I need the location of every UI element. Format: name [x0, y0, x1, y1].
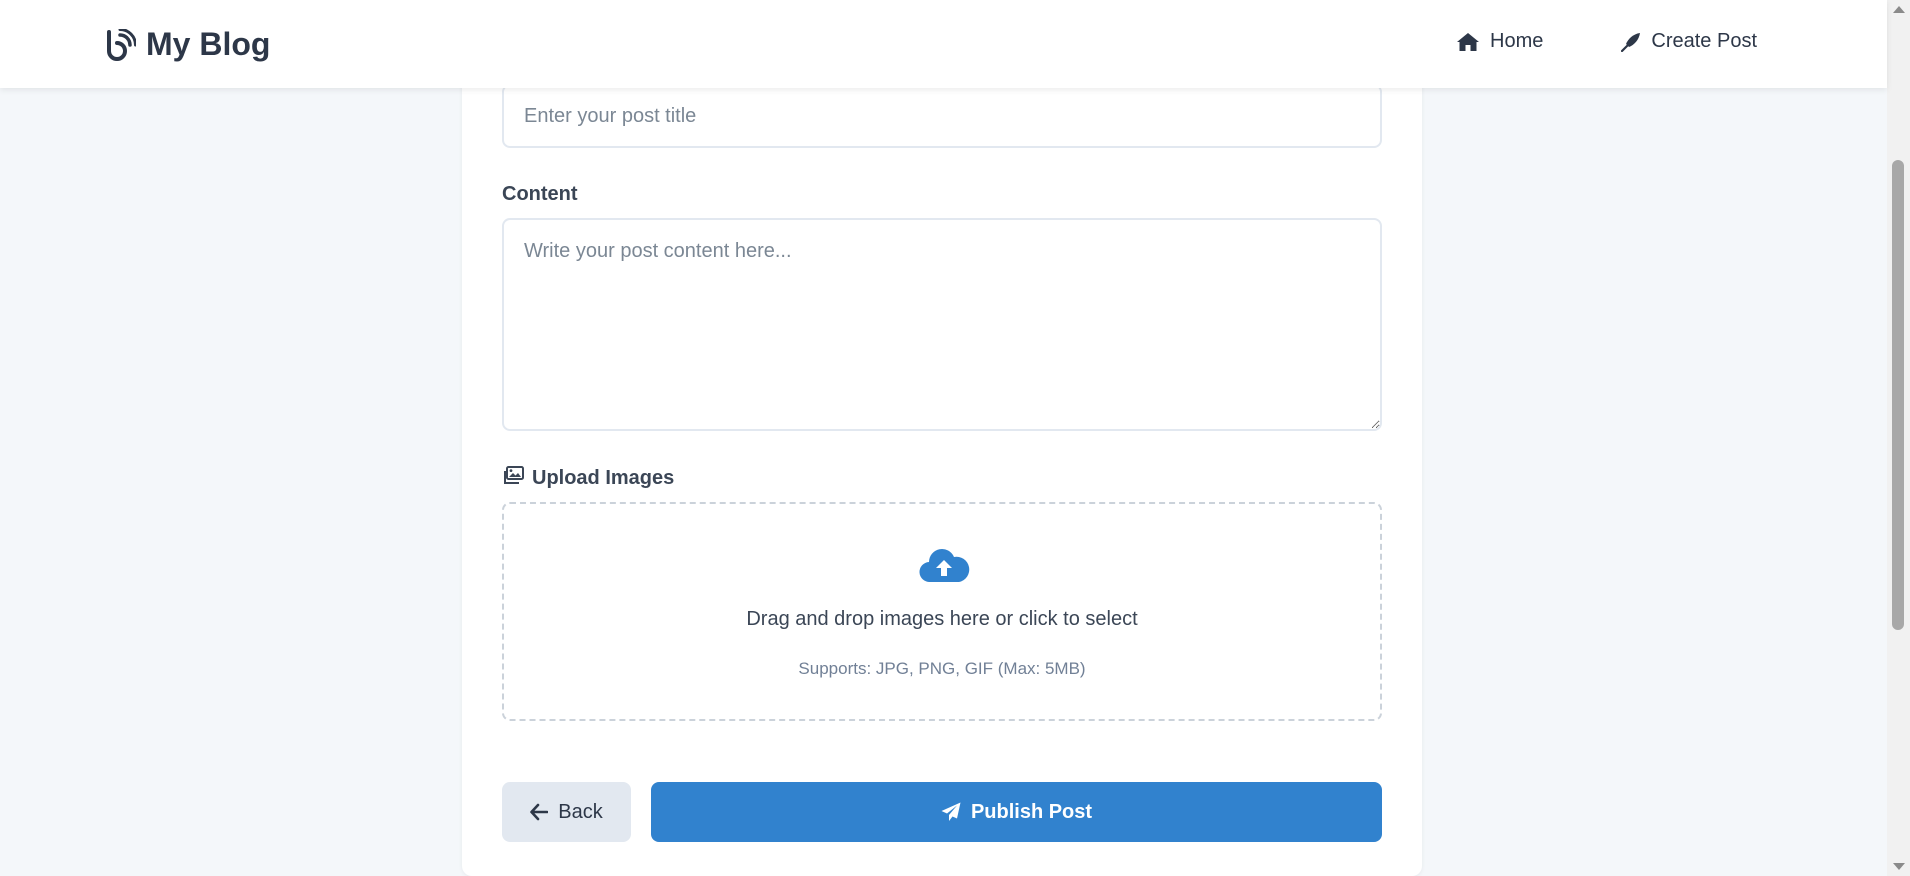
main-nav: Home Create Post — [1456, 30, 1757, 53]
arrow-left-icon — [530, 803, 549, 821]
home-icon — [1456, 32, 1480, 52]
back-button[interactable]: Back — [502, 782, 631, 842]
upload-images-label-text: Upload Images — [532, 467, 675, 489]
back-button-label: Back — [558, 800, 603, 823]
cloud-upload-icon — [918, 546, 970, 584]
dropzone-hint: Supports: JPG, PNG, GIF (Max: 5MB) — [798, 659, 1086, 678]
page-scrollbar[interactable] — [1887, 0, 1910, 876]
top-navbar: My Blog Home Create Post — [0, 0, 1887, 88]
brand-name: My Blog — [146, 26, 271, 62]
images-icon — [502, 466, 524, 491]
content-label: Content — [502, 183, 578, 206]
scroll-down-arrow-icon[interactable] — [1893, 863, 1905, 870]
image-dropzone[interactable]: Drag and drop images here or click to se… — [502, 502, 1382, 721]
nav-create-post-label: Create Post — [1651, 30, 1757, 52]
upload-images-label: Upload Images — [502, 466, 674, 491]
feather-pen-icon — [1621, 32, 1641, 52]
nav-create-post[interactable]: Create Post — [1621, 30, 1757, 53]
scroll-thumb[interactable] — [1892, 160, 1904, 630]
paper-plane-icon — [941, 802, 961, 822]
scroll-up-arrow-icon[interactable] — [1893, 6, 1905, 13]
post-content-textarea[interactable] — [502, 218, 1382, 431]
blog-icon — [104, 28, 136, 61]
content-label-text: Content — [502, 183, 578, 205]
nav-home-label: Home — [1490, 30, 1544, 52]
nav-home[interactable]: Home — [1456, 30, 1543, 53]
post-title-input[interactable] — [502, 84, 1382, 148]
brand-logo[interactable]: My Blog — [104, 26, 270, 63]
publish-post-label: Publish Post — [970, 800, 1093, 823]
publish-post-button[interactable]: Publish Post — [651, 782, 1382, 842]
dropzone-text: Drag and drop images here or click to se… — [746, 608, 1138, 630]
